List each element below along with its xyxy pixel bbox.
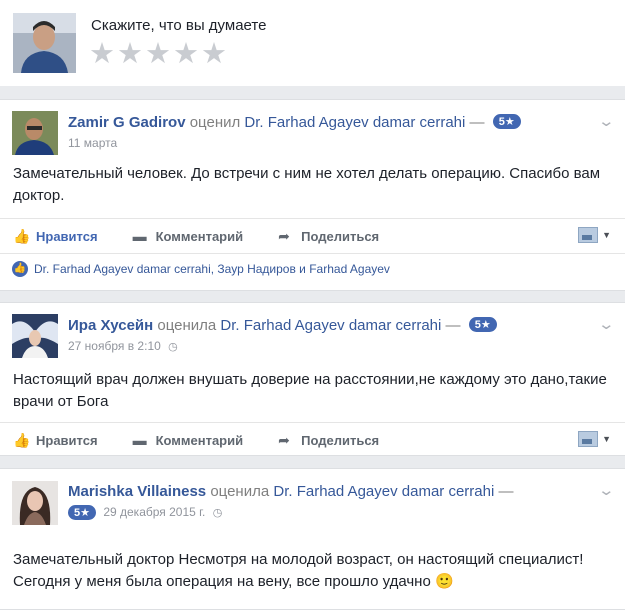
reviewer-avatar-photo	[12, 481, 58, 525]
star-rating-input[interactable]: ★ ★ ★ ★ ★	[89, 40, 227, 69]
chevron-down-icon[interactable]: ⌄	[598, 112, 616, 130]
review-action: оценила	[210, 483, 270, 500]
review-action: оценил	[189, 114, 241, 131]
rating-badge: 5★	[68, 505, 96, 520]
review-card: Ира Хусейн оценила Dr. Farhad Agayev dam…	[0, 302, 625, 456]
comment-label: Комментарий	[155, 432, 244, 448]
reviewer-avatar-photo	[12, 111, 58, 155]
review-text: Замечательный доктор Несмотря на молодой…	[13, 551, 584, 590]
caret-down-icon: ▼	[602, 230, 611, 240]
like-label: Нравится	[36, 228, 98, 244]
share-button[interactable]: ➦ Поделиться	[278, 432, 379, 449]
reviewer-avatar[interactable]	[12, 481, 58, 525]
review-date[interactable]: 29 декабря 2015 г.	[103, 505, 205, 519]
comment-icon: ▬	[132, 228, 147, 244]
review-text: Замечательный человек. До встречи с ним …	[13, 165, 601, 204]
separator-dash: —	[469, 114, 485, 131]
page-thumbnail-icon	[578, 431, 599, 447]
separator-dash: —	[445, 317, 461, 334]
reviewed-page-link[interactable]: Dr. Farhad Agayev damar cerrahi	[273, 483, 494, 500]
star-4-icon[interactable]: ★	[173, 40, 199, 69]
reviewed-page-link[interactable]: Dr. Farhad Agayev damar cerrahi	[220, 317, 441, 334]
rating-badge: 5★	[468, 317, 497, 332]
reviewed-page-link[interactable]: Dr. Farhad Agayev damar cerrahi	[244, 114, 465, 131]
star-1-icon[interactable]: ★	[89, 40, 115, 69]
star-5-icon[interactable]: ★	[201, 40, 227, 69]
review-meta: 5★ 29 декабря 2015 г. ◷	[68, 505, 222, 520]
comment-button[interactable]: ▬ Комментарий	[133, 228, 244, 244]
review-date[interactable]: 27 ноября в 2:10	[68, 339, 161, 353]
review-card: Marishka Villainess оценила Dr. Farhad A…	[0, 468, 625, 610]
review-header: Ира Хусейн оценила Dr. Farhad Agayev dam…	[68, 317, 497, 334]
comment-icon: ▬	[132, 432, 147, 448]
caret-down-icon: ▼	[602, 434, 611, 444]
review-action: оценила	[157, 317, 217, 334]
review-header: Zamir G Gadirov оценил Dr. Farhad Agayev…	[68, 114, 521, 131]
review-date[interactable]: 11 марта	[68, 136, 117, 150]
like-button[interactable]: 👍 Нравится	[13, 432, 98, 449]
review-header: Marishka Villainess оценила Dr. Farhad A…	[68, 483, 513, 500]
page-thumbnail-icon	[578, 227, 599, 243]
rating-badge: 5★	[492, 114, 521, 129]
star-2-icon[interactable]: ★	[117, 40, 143, 69]
like-reaction-icon: 👍	[12, 261, 28, 277]
like-label: Нравится	[36, 432, 98, 448]
reviewer-avatar[interactable]	[12, 314, 58, 358]
share-arrow-icon: ➦	[278, 431, 290, 448]
review-actions-bar: 👍 Нравится ▬ Комментарий ➦ Поделиться ▼	[0, 422, 625, 457]
globe-icon: ◷	[168, 341, 178, 353]
review-text: Настоящий врач должен внушать доверие на…	[13, 371, 607, 410]
review-meta: 11 марта	[68, 136, 117, 150]
review-compose-box: Скажите, что вы думаете ★ ★ ★ ★ ★	[0, 0, 625, 86]
reviewer-avatar[interactable]	[12, 111, 58, 155]
thumbs-up-icon: 👍	[13, 227, 31, 244]
user-avatar-photo	[13, 13, 76, 73]
reviewer-avatar-photo	[12, 314, 58, 358]
star-3-icon[interactable]: ★	[145, 40, 171, 69]
share-label: Поделиться	[301, 228, 380, 244]
reviewer-name[interactable]: Marishka Villainess	[68, 483, 206, 500]
separator-dash: —	[498, 483, 514, 500]
post-as-selector[interactable]: ▼	[578, 227, 611, 243]
reviewer-name[interactable]: Zamir G Gadirov	[68, 114, 186, 131]
review-card: Zamir G Gadirov оценил Dr. Farhad Agayev…	[0, 99, 625, 291]
share-label: Поделиться	[301, 432, 380, 448]
likes-names[interactable]: Dr. Farhad Agayev damar cerrahi, Заур На…	[34, 262, 390, 276]
post-as-selector[interactable]: ▼	[578, 431, 611, 447]
share-arrow-icon: ➦	[278, 227, 290, 244]
thumbs-up-icon: 👍	[13, 431, 31, 448]
chevron-down-icon[interactable]: ⌄	[598, 315, 616, 333]
chevron-down-icon[interactable]: ⌄	[598, 481, 616, 499]
user-avatar[interactable]	[13, 13, 76, 73]
globe-icon: ◷	[212, 507, 223, 519]
comment-label: Комментарий	[155, 228, 244, 244]
review-actions-bar: 👍 Нравится ▬ Комментарий ➦ Поделиться ▼	[0, 218, 625, 253]
like-button[interactable]: 👍 Нравится	[13, 228, 98, 245]
share-button[interactable]: ➦ Поделиться	[278, 228, 379, 245]
review-meta: 27 ноября в 2:10 ◷	[68, 339, 178, 353]
reviewer-name[interactable]: Ира Хусейн	[68, 317, 153, 334]
review-prompt[interactable]: Скажите, что вы думаете	[91, 17, 266, 34]
likes-summary[interactable]: 👍 Dr. Farhad Agayev damar cerrahi, Заур …	[0, 253, 625, 284]
comment-button[interactable]: ▬ Комментарий	[133, 432, 244, 448]
